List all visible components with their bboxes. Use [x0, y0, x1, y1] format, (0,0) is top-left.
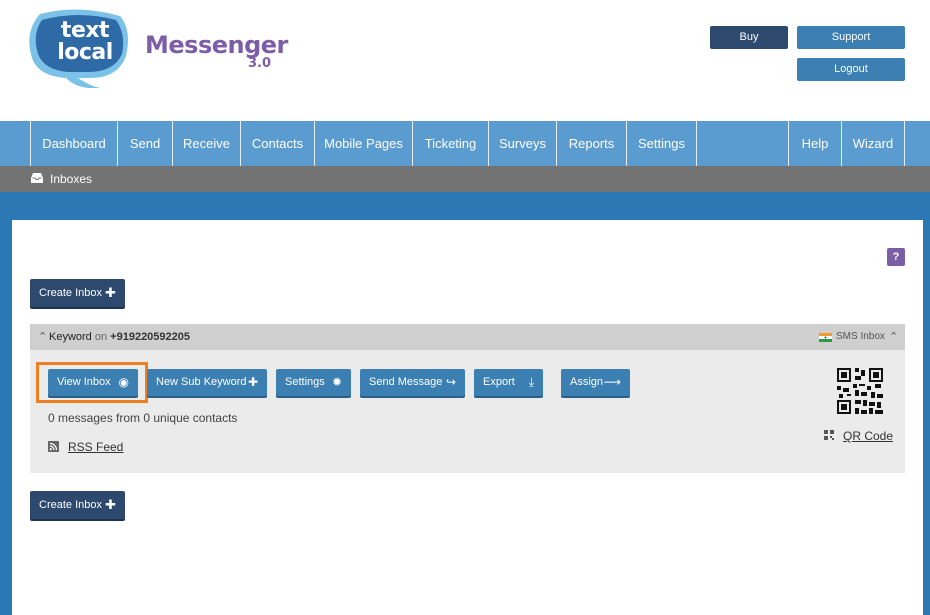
gear-icon: ✹: [331, 375, 342, 389]
nav-help[interactable]: Help: [788, 121, 841, 166]
inbox-on-text: on: [94, 331, 108, 343]
nav-receive[interactable]: Receive: [172, 121, 240, 166]
settings-button[interactable]: Settings ✹: [276, 369, 351, 396]
plus-icon: ✚: [105, 497, 116, 512]
plus-icon: ✚: [247, 375, 258, 389]
nav-ticketing[interactable]: Ticketing: [412, 121, 488, 166]
qr-code-link[interactable]: QR Code: [843, 429, 893, 443]
nav-mobile-pages[interactable]: Mobile Pages: [314, 121, 412, 166]
export-button[interactable]: Export ⤓: [474, 369, 543, 396]
export-label: Export: [483, 376, 515, 388]
main-nav: Dashboard Send Receive Contacts Mobile P…: [0, 121, 930, 166]
logo-text: text local: [46, 20, 124, 64]
highlight-box: [36, 362, 148, 403]
send-message-button[interactable]: Send Message ↪: [360, 369, 465, 396]
section-bar: Inboxes: [0, 166, 930, 192]
nav-send[interactable]: Send: [117, 121, 172, 166]
india-flag-icon: [819, 333, 832, 342]
create-inbox-button-bottom[interactable]: Create Inbox ✚: [30, 491, 125, 519]
inbox-icon: [31, 173, 43, 183]
logo-line-2: local: [57, 40, 113, 65]
plus-icon: ✚: [105, 285, 116, 300]
help-button[interactable]: ?: [887, 248, 905, 266]
inbox-type: SMS Inbox: [836, 331, 885, 342]
app-version: 3.0: [248, 56, 272, 71]
inbox-number: +919220592205: [110, 331, 191, 343]
send-message-label: Send Message: [369, 376, 443, 388]
chevron-up-icon[interactable]: ⌃: [889, 324, 898, 350]
inbox-title: Keyword on +919220592205: [49, 324, 190, 350]
logout-button[interactable]: Logout: [797, 58, 905, 81]
new-sub-keyword-label: New Sub Keyword: [156, 376, 247, 388]
inbox-panel-header[interactable]: ⌃ Keyword on +919220592205 SMS Inbox ⌃: [30, 324, 905, 350]
app-name: Messenger: [145, 31, 288, 59]
nav-settings[interactable]: Settings: [626, 121, 696, 166]
arrow-right-icon: ⟶: [603, 375, 621, 389]
nav-spacer: [696, 121, 788, 166]
settings-label: Settings: [285, 376, 325, 388]
download-icon: ⤓: [528, 375, 534, 389]
rss-feed-link[interactable]: RSS Feed: [68, 440, 123, 454]
chevron-up-icon[interactable]: ⌃: [38, 324, 47, 350]
nav-reports[interactable]: Reports: [556, 121, 626, 166]
assign-label: Assign: [570, 376, 604, 388]
assign-button[interactable]: Assign ⟶: [561, 369, 630, 396]
inbox-panel: ⌃ Keyword on +919220592205 SMS Inbox ⌃: [30, 324, 905, 473]
create-inbox-label: Create Inbox: [39, 287, 102, 299]
nav-dashboard[interactable]: Dashboard: [30, 121, 117, 166]
share-arrow-icon: ↪: [445, 375, 456, 389]
rss-icon: [48, 441, 59, 452]
buy-button[interactable]: Buy: [710, 26, 788, 49]
create-inbox-button[interactable]: Create Inbox ✚: [30, 279, 125, 307]
create-inbox-label: Create Inbox: [39, 499, 102, 511]
nav-contacts[interactable]: Contacts: [240, 121, 314, 166]
logo-line-1: text: [60, 18, 110, 43]
qrcode-icon: [824, 430, 834, 440]
new-sub-keyword-button[interactable]: New Sub Keyword ✚: [147, 369, 267, 396]
nav-surveys[interactable]: Surveys: [488, 121, 556, 166]
header: text local Messenger 3.0 Buy Support Log…: [0, 0, 930, 121]
support-button[interactable]: Support: [797, 26, 905, 49]
message-summary: 0 messages from 0 unique contacts: [48, 411, 238, 425]
nav-wizard[interactable]: Wizard: [841, 121, 905, 166]
qr-code-image[interactable]: [837, 368, 883, 414]
section-title: Inboxes: [50, 172, 93, 186]
inbox-keyword: Keyword: [49, 331, 92, 343]
